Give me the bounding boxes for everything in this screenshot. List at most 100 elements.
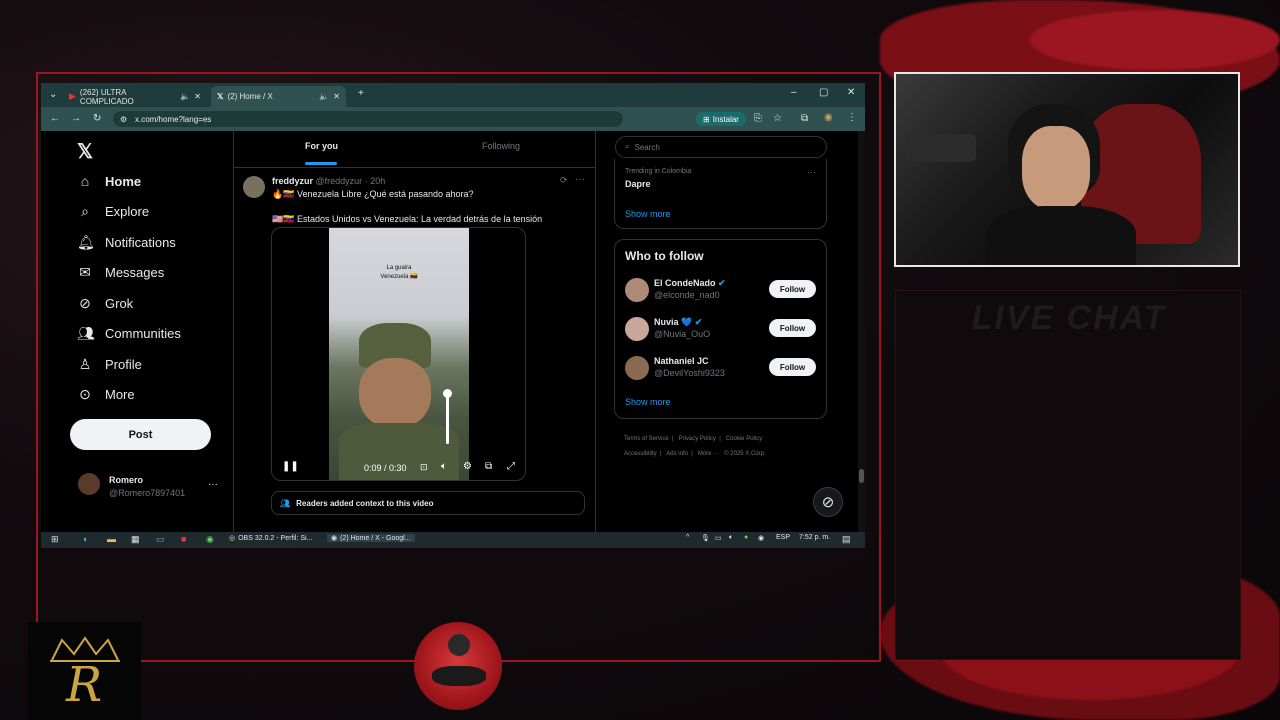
grok-float-button[interactable]: ⊘ bbox=[813, 487, 843, 517]
avatar[interactable] bbox=[243, 176, 265, 198]
back-icon[interactable]: ← bbox=[50, 113, 60, 124]
x-logo-icon[interactable]: 𝕏 bbox=[77, 139, 93, 164]
edge-icon[interactable]: ◐ bbox=[83, 534, 88, 544]
store-icon[interactable]: ▭ bbox=[156, 534, 165, 545]
video-player[interactable]: La guaira Venezuela 🇻🇪 ❚❚ 0:09 / 0:30 ⊡ … bbox=[271, 227, 526, 481]
taskbar-chrome[interactable]: ◉ (2) Home / X - Googl... bbox=[327, 534, 415, 542]
steam-icon[interactable]: ◉ bbox=[758, 534, 764, 542]
kebab-menu-icon[interactable]: ⋮ bbox=[847, 112, 857, 123]
pause-icon[interactable]: ❚❚ bbox=[282, 461, 299, 472]
account-name[interactable]: Romero bbox=[109, 475, 143, 485]
tab-search-icon[interactable]: ⌄ bbox=[49, 89, 57, 100]
profile-avatar-icon[interactable]: ◉ bbox=[824, 112, 833, 123]
grok-icon[interactable]: ⟳ bbox=[560, 175, 568, 186]
footer-link[interactable]: Privacy Policy bbox=[679, 436, 716, 442]
new-tab-icon[interactable]: + bbox=[358, 88, 364, 99]
footer-link[interactable]: Cookie Policy bbox=[726, 436, 762, 442]
close-icon[interactable]: ✕ bbox=[194, 92, 201, 101]
app-tray-icon[interactable]: ● bbox=[744, 534, 748, 541]
nav-home[interactable]: ⌂ Home bbox=[77, 173, 141, 189]
context-label: Readers added context to this video bbox=[296, 498, 434, 508]
chrome-icon[interactable]: ◉ bbox=[206, 534, 214, 545]
tab-label: (262) ULTRA COMPLICADO bbox=[79, 87, 134, 106]
follow-button[interactable]: Follow bbox=[769, 319, 816, 337]
clock[interactable]: 7:52 p. m. bbox=[799, 534, 830, 541]
avatar[interactable] bbox=[625, 317, 649, 341]
live-chat-panel: LIVE CHAT bbox=[895, 290, 1241, 660]
suggestion-name-row[interactable]: Nuvia 💙 ✔ bbox=[654, 317, 702, 328]
url-input[interactable]: ⚙ x.com/home?lang=es bbox=[113, 111, 623, 127]
reload-icon[interactable]: ↻ bbox=[93, 113, 101, 124]
translate-icon[interactable]: ⎘ bbox=[754, 113, 762, 124]
nav-explore[interactable]: ⌕ Explore bbox=[77, 203, 149, 220]
star-icon[interactable]: ☆ bbox=[773, 113, 782, 124]
tray-chevron-icon[interactable]: ^ bbox=[686, 534, 689, 541]
volume-knob[interactable] bbox=[443, 389, 452, 398]
calculator-icon[interactable]: ▦ bbox=[131, 534, 140, 545]
window-close-icon[interactable]: ✕ bbox=[847, 87, 855, 98]
forward-icon[interactable]: → bbox=[71, 113, 81, 124]
nav-more[interactable]: ⊙ More bbox=[77, 386, 135, 403]
show-more-link[interactable]: Show more bbox=[625, 209, 671, 219]
tab-x-home[interactable]: 𝕏 (2) Home / X 🔈 ✕ bbox=[211, 86, 346, 107]
scrollbar-thumb[interactable] bbox=[859, 469, 864, 483]
nav-profile[interactable]: ♙ Profile bbox=[77, 356, 142, 373]
verified-badge-icon: ✔ bbox=[718, 278, 726, 288]
trending-topic[interactable]: Dapre bbox=[625, 179, 651, 189]
speaker-icon[interactable]: 🔈︎ bbox=[729, 534, 733, 542]
footer-link[interactable]: Ads info bbox=[666, 451, 688, 457]
fullscreen-icon[interactable]: ⤢ bbox=[507, 461, 515, 472]
more-dots-icon[interactable]: ··· bbox=[807, 167, 816, 177]
footer-link[interactable]: Terms of Service bbox=[624, 436, 669, 442]
avatar[interactable] bbox=[625, 356, 649, 380]
more-dots-icon[interactable]: ··· bbox=[208, 479, 218, 490]
footer-link[interactable]: Accessibility bbox=[624, 451, 657, 457]
follow-button[interactable]: Follow bbox=[769, 280, 816, 298]
tab-following[interactable]: Following bbox=[482, 141, 520, 151]
site-info-icon[interactable]: ⚙ bbox=[120, 115, 127, 124]
nav-grok[interactable]: ⊘ Grok bbox=[77, 295, 133, 312]
volume-slider[interactable] bbox=[446, 392, 449, 444]
network-icon[interactable]: ▭ bbox=[715, 534, 722, 542]
footer-link[interactable]: More ··· bbox=[698, 451, 719, 457]
search-input[interactable]: ⌕ Search bbox=[615, 136, 827, 158]
microphone-icon[interactable]: 🎙︎ bbox=[701, 534, 710, 542]
bell-icon: 🔔︎ bbox=[77, 234, 95, 250]
post-button[interactable]: Post bbox=[70, 419, 211, 450]
maximize-icon[interactable]: ▢ bbox=[819, 87, 828, 98]
settings-icon[interactable]: ⚙ bbox=[463, 461, 472, 472]
close-icon[interactable]: ✕ bbox=[333, 92, 340, 101]
suggestion-name[interactable]: Nathaniel JC bbox=[654, 356, 709, 366]
minimize-icon[interactable]: – bbox=[791, 87, 797, 98]
trending-card: Trending in Colombia Dapre ··· Show more bbox=[614, 159, 827, 229]
pip-icon[interactable]: ⧉ bbox=[485, 461, 492, 472]
scrollbar[interactable] bbox=[858, 131, 865, 532]
language-indicator[interactable]: ESP bbox=[776, 534, 790, 541]
start-icon[interactable]: ⊞ bbox=[51, 534, 59, 545]
show-more-link[interactable]: Show more bbox=[625, 397, 671, 407]
tweet-author[interactable]: freddyzur bbox=[272, 176, 313, 186]
chrome-icon: ◉ bbox=[331, 535, 338, 542]
more-dots-icon[interactable]: ··· bbox=[575, 174, 585, 185]
notifications-icon[interactable]: ▤ bbox=[842, 534, 851, 545]
speaker-icon[interactable]: 🔈︎ bbox=[441, 461, 447, 472]
nav-communities[interactable]: 👥︎ Communities bbox=[77, 325, 181, 342]
suggestion-name-row[interactable]: El CondeNado ✔ bbox=[654, 278, 726, 289]
tab-for-you[interactable]: For you bbox=[305, 141, 338, 151]
tab-youtube[interactable]: ▶ (262) ULTRA COMPLICADO 🔈 ✕ bbox=[63, 86, 207, 107]
nav-notifications[interactable]: 🔔︎ Notifications bbox=[77, 234, 176, 251]
taskbar-obs[interactable]: ◎ OBS 32.0.2 - Perfil: Si... bbox=[229, 534, 312, 543]
community-notes[interactable]: 👥︎ Readers added context to this video bbox=[271, 491, 585, 515]
avatar[interactable] bbox=[78, 473, 100, 495]
follow-button[interactable]: Follow bbox=[769, 358, 816, 376]
app-icon[interactable]: ■ bbox=[181, 534, 186, 544]
tweet-time[interactable]: · 20h bbox=[365, 176, 386, 186]
captions-icon[interactable]: ⊡ bbox=[420, 462, 428, 473]
avatar[interactable] bbox=[625, 278, 649, 302]
nav-messages[interactable]: ✉ Messages bbox=[77, 264, 164, 281]
install-button[interactable]: ⊞ Instalar bbox=[696, 112, 746, 126]
more-circle-icon: ⊙ bbox=[79, 386, 91, 402]
folder-icon[interactable]: ▬ bbox=[107, 534, 116, 544]
extensions-icon[interactable]: ⧉ bbox=[801, 113, 808, 124]
column-divider bbox=[595, 131, 596, 532]
